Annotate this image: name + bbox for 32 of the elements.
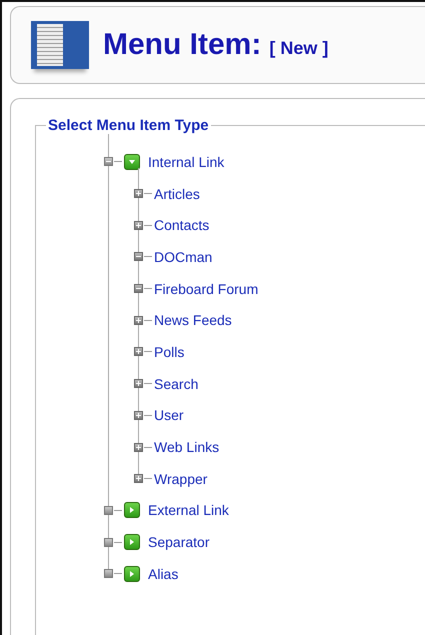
tree-item-link[interactable]: News Feeds <box>154 312 232 328</box>
expand-icon[interactable] <box>134 410 143 420</box>
tree-item-link[interactable]: Internal Link <box>148 154 224 170</box>
expand-icon[interactable] <box>134 189 143 198</box>
node-icon[interactable] <box>104 506 113 515</box>
tree-item-link[interactable]: Fireboard Forum <box>154 280 258 297</box>
expand-icon[interactable] <box>134 316 143 325</box>
tree-item-link[interactable]: Separator <box>148 534 210 550</box>
fieldset-legend: Select Menu Item Type <box>46 117 211 134</box>
tree-item-link[interactable]: Web Links <box>154 439 220 456</box>
expand-icon[interactable] <box>134 379 143 388</box>
collapse-icon[interactable] <box>134 252 143 262</box>
collapse-icon[interactable] <box>104 157 113 166</box>
node-icon[interactable] <box>104 538 113 547</box>
expand-icon[interactable] <box>134 347 143 356</box>
page-title: Menu Item: <box>103 28 262 62</box>
page-subtitle: [ New ] <box>269 38 328 58</box>
tree-item-link[interactable]: User <box>154 407 184 424</box>
tree-item-link[interactable]: Wrapper <box>154 470 208 487</box>
expand-icon[interactable] <box>134 442 143 452</box>
expand-icon[interactable] <box>134 474 143 484</box>
tree-item-link[interactable]: Search <box>154 376 198 392</box>
tree-item-link[interactable]: DOCman <box>154 248 212 265</box>
expand-icon[interactable] <box>134 220 143 230</box>
tree-item-link[interactable]: Contacts <box>154 217 210 234</box>
tree-item-link[interactable]: Articles <box>154 186 200 202</box>
collapse-icon[interactable] <box>134 284 143 294</box>
menu-page-icon <box>31 21 89 69</box>
tree-item-link[interactable]: Polls <box>154 344 184 360</box>
tree-item-link[interactable]: External Link <box>148 502 229 518</box>
tree-item-link[interactable]: Alias <box>148 566 178 582</box>
node-icon[interactable] <box>104 569 113 578</box>
